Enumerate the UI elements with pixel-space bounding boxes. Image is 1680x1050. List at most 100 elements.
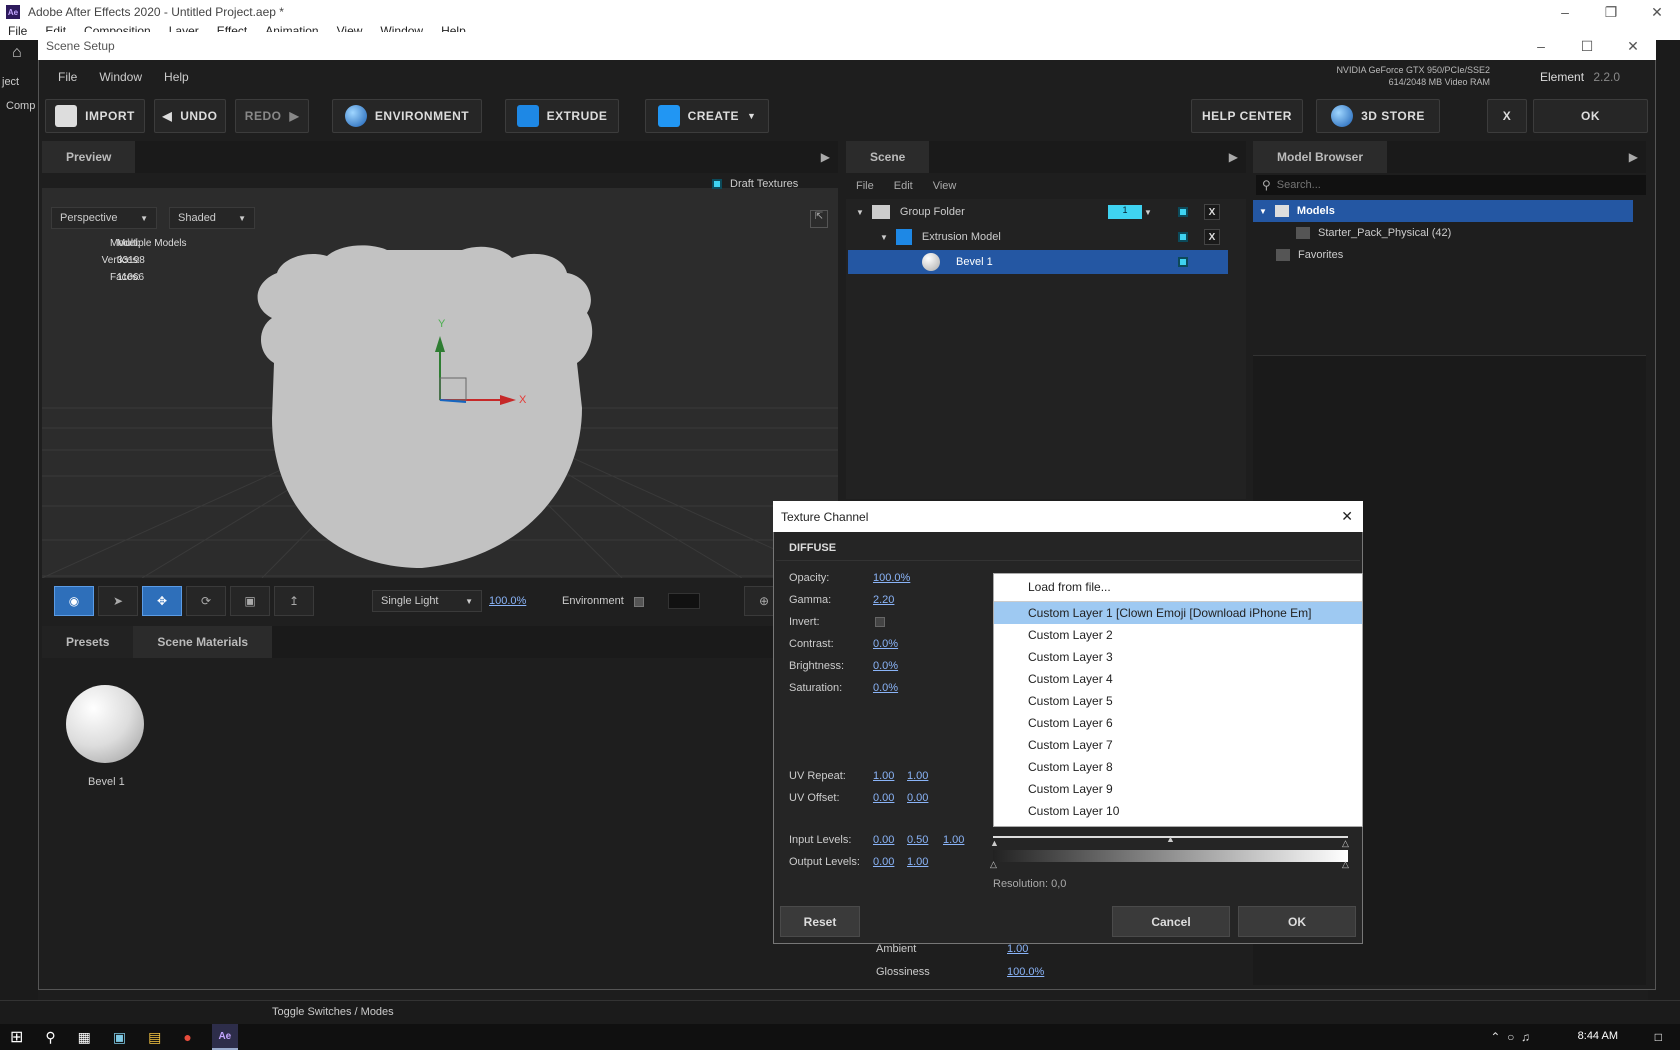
file-explorer-icon[interactable]: ▤ (148, 1029, 161, 1046)
input-high-handle-icon[interactable]: △ (1342, 838, 1349, 849)
select-tool-icon[interactable]: ➤ (98, 586, 138, 616)
output-high[interactable]: 1.00 (907, 856, 928, 868)
output-high-handle-icon[interactable]: △ (1342, 859, 1349, 870)
menu-window[interactable]: Window (99, 70, 142, 84)
output-low-handle-icon[interactable]: △ (990, 859, 997, 870)
clock[interactable]: 8:44 AM (1578, 1030, 1618, 1042)
menu-file[interactable]: File (58, 70, 77, 84)
scene-menu-view[interactable]: View (933, 180, 957, 192)
draft-textures-toggle[interactable]: Draft Textures (712, 178, 798, 190)
custom-layer-8-option[interactable]: Custom Layer 8 (994, 756, 1362, 778)
environment-button[interactable]: ENVIRONMENT (332, 99, 482, 133)
texture-source-dropdown[interactable]: Load from file... Custom Layer 1 [Clown … (993, 573, 1363, 827)
custom-layer-2-option[interactable]: Custom Layer 2 (994, 624, 1362, 646)
extrude-button[interactable]: EXTRUDE (505, 99, 619, 133)
custom-layer-10-option[interactable]: Custom Layer 10 (994, 800, 1362, 822)
uv-repeat-v[interactable]: 1.00 (907, 770, 928, 782)
environment-swatch[interactable] (668, 593, 700, 609)
move-tool-icon[interactable]: ✥ (142, 586, 182, 616)
search-input[interactable] (1276, 179, 1597, 191)
close-icon[interactable]: ✕ (1634, 4, 1680, 21)
tab-model-browser[interactable]: Model Browser (1253, 141, 1388, 173)
scene-panel-arrow-icon[interactable]: ▶ (1229, 150, 1238, 164)
bevel-visible-checkbox[interactable] (1178, 257, 1188, 267)
expand-arrow-icon[interactable]: ▼ (880, 233, 888, 242)
scene-menu-edit[interactable]: Edit (894, 180, 913, 192)
undo-button[interactable]: ◀ UNDO (154, 99, 226, 133)
ok-button[interactable]: OK (1533, 99, 1648, 133)
input-mid[interactable]: 0.50 (907, 834, 928, 846)
texture-close-icon[interactable]: ✕ (1341, 508, 1353, 525)
windows-start-icon[interactable]: ⊞ (10, 1027, 23, 1047)
menu-help[interactable]: Help (164, 70, 189, 84)
custom-layer-7-option[interactable]: Custom Layer 7 (994, 734, 1362, 756)
custom-layer-1-option[interactable]: Custom Layer 1 [Clown Emoji [Download iP… (994, 602, 1362, 624)
fullscreen-icon[interactable]: ⇱ (810, 210, 828, 228)
extrusion-visible-checkbox[interactable] (1178, 232, 1188, 242)
rotate-tool-icon[interactable]: ⟳ (186, 586, 226, 616)
input-mid-handle-icon[interactable]: ▲ (1166, 834, 1175, 844)
scene-menu-file[interactable]: File (856, 180, 874, 192)
tree-row-bevel[interactable]: Bevel 1 (848, 250, 1228, 274)
expand-arrow-icon[interactable]: ▼ (856, 208, 864, 217)
input-high[interactable]: 1.00 (943, 834, 964, 846)
chrome-icon[interactable]: ● (183, 1029, 191, 1045)
favorites-folder[interactable]: Favorites (1276, 249, 1343, 261)
ambient-value[interactable]: 1.00 (1007, 943, 1028, 955)
output-low[interactable]: 0.00 (873, 856, 894, 868)
tab-scene[interactable]: Scene (846, 141, 930, 173)
group-visible-checkbox[interactable] (1178, 207, 1188, 217)
redo-button[interactable]: REDO ▶ (235, 99, 309, 133)
tree-row-extrusion-model[interactable]: ▼ Extrusion Model X (848, 225, 1228, 249)
3d-store-button[interactable]: 3D STORE (1316, 99, 1440, 133)
opacity-value[interactable]: 100.0% (873, 572, 910, 584)
saturation-value[interactable]: 0.0% (873, 682, 898, 694)
input-low-handle-icon[interactable]: ▲ (990, 838, 999, 848)
uv-repeat-u[interactable]: 1.00 (873, 770, 894, 782)
after-effects-taskbar-icon[interactable]: Ae (211, 1024, 238, 1050)
output-levels-gradient[interactable] (993, 850, 1348, 862)
starter-pack-folder[interactable]: Starter_Pack_Physical (42) (1296, 227, 1451, 239)
draft-textures-checkbox[interactable] (712, 179, 722, 189)
tab-scene-materials[interactable]: Scene Materials (133, 626, 273, 658)
import-button[interactable]: IMPORT (45, 99, 145, 133)
reset-button[interactable]: Reset (780, 906, 860, 937)
notifications-icon[interactable]: □ (1655, 1030, 1662, 1044)
texture-ok-button[interactable]: OK (1238, 906, 1356, 937)
group-count-chevron-icon[interactable]: ▼ (1144, 208, 1152, 217)
gamma-value[interactable]: 2.20 (873, 594, 894, 606)
material-preview-sphere[interactable] (66, 685, 144, 763)
panel-arrow-icon[interactable]: ▶ (821, 150, 830, 164)
environment-checkbox[interactable] (634, 597, 644, 607)
group-delete-button[interactable]: X (1204, 204, 1220, 220)
input-low[interactable]: 0.00 (873, 834, 894, 846)
contrast-value[interactable]: 0.0% (873, 638, 898, 650)
brightness-value[interactable]: 0.0% (873, 660, 898, 672)
app-icon[interactable]: ▣ (113, 1029, 126, 1046)
models-expand-icon[interactable]: ▼ (1259, 207, 1267, 216)
minimize-icon[interactable]: – (1542, 4, 1588, 20)
custom-layer-4-option[interactable]: Custom Layer 4 (994, 668, 1362, 690)
dlg-minimize-icon[interactable]: – (1518, 38, 1564, 54)
custom-layer-5-option[interactable]: Custom Layer 5 (994, 690, 1362, 712)
toggle-switches-label[interactable]: Toggle Switches / Modes (272, 1006, 394, 1018)
invert-checkbox[interactable] (875, 617, 885, 627)
perspective-dropdown[interactable]: Perspective ▼ (51, 207, 157, 229)
restore-icon[interactable]: ❐ (1588, 4, 1634, 21)
tree-row-group-folder[interactable]: ▼ Group Folder 1 ▼ X (848, 200, 1228, 224)
uv-offset-u[interactable]: 0.00 (873, 792, 894, 804)
tab-presets[interactable]: Presets (42, 626, 134, 658)
task-view-icon[interactable]: ▦ (78, 1029, 91, 1046)
dlg-close-icon[interactable]: ✕ (1610, 38, 1656, 55)
close-x-button[interactable]: X (1487, 99, 1527, 133)
custom-layer-3-option[interactable]: Custom Layer 3 (994, 646, 1362, 668)
shaded-dropdown[interactable]: Shaded ▼ (169, 207, 255, 229)
custom-layer-6-option[interactable]: Custom Layer 6 (994, 712, 1362, 734)
camera-tool-icon[interactable]: ◉ (54, 586, 94, 616)
taskbar-search-icon[interactable]: ⚲ (45, 1029, 55, 1046)
uv-offset-v[interactable]: 0.00 (907, 792, 928, 804)
group-count-badge[interactable]: 1 (1108, 205, 1142, 219)
help-center-button[interactable]: HELP CENTER (1191, 99, 1303, 133)
create-button[interactable]: CREATE ▼ (645, 99, 769, 133)
glossiness-value[interactable]: 100.0% (1007, 966, 1044, 978)
